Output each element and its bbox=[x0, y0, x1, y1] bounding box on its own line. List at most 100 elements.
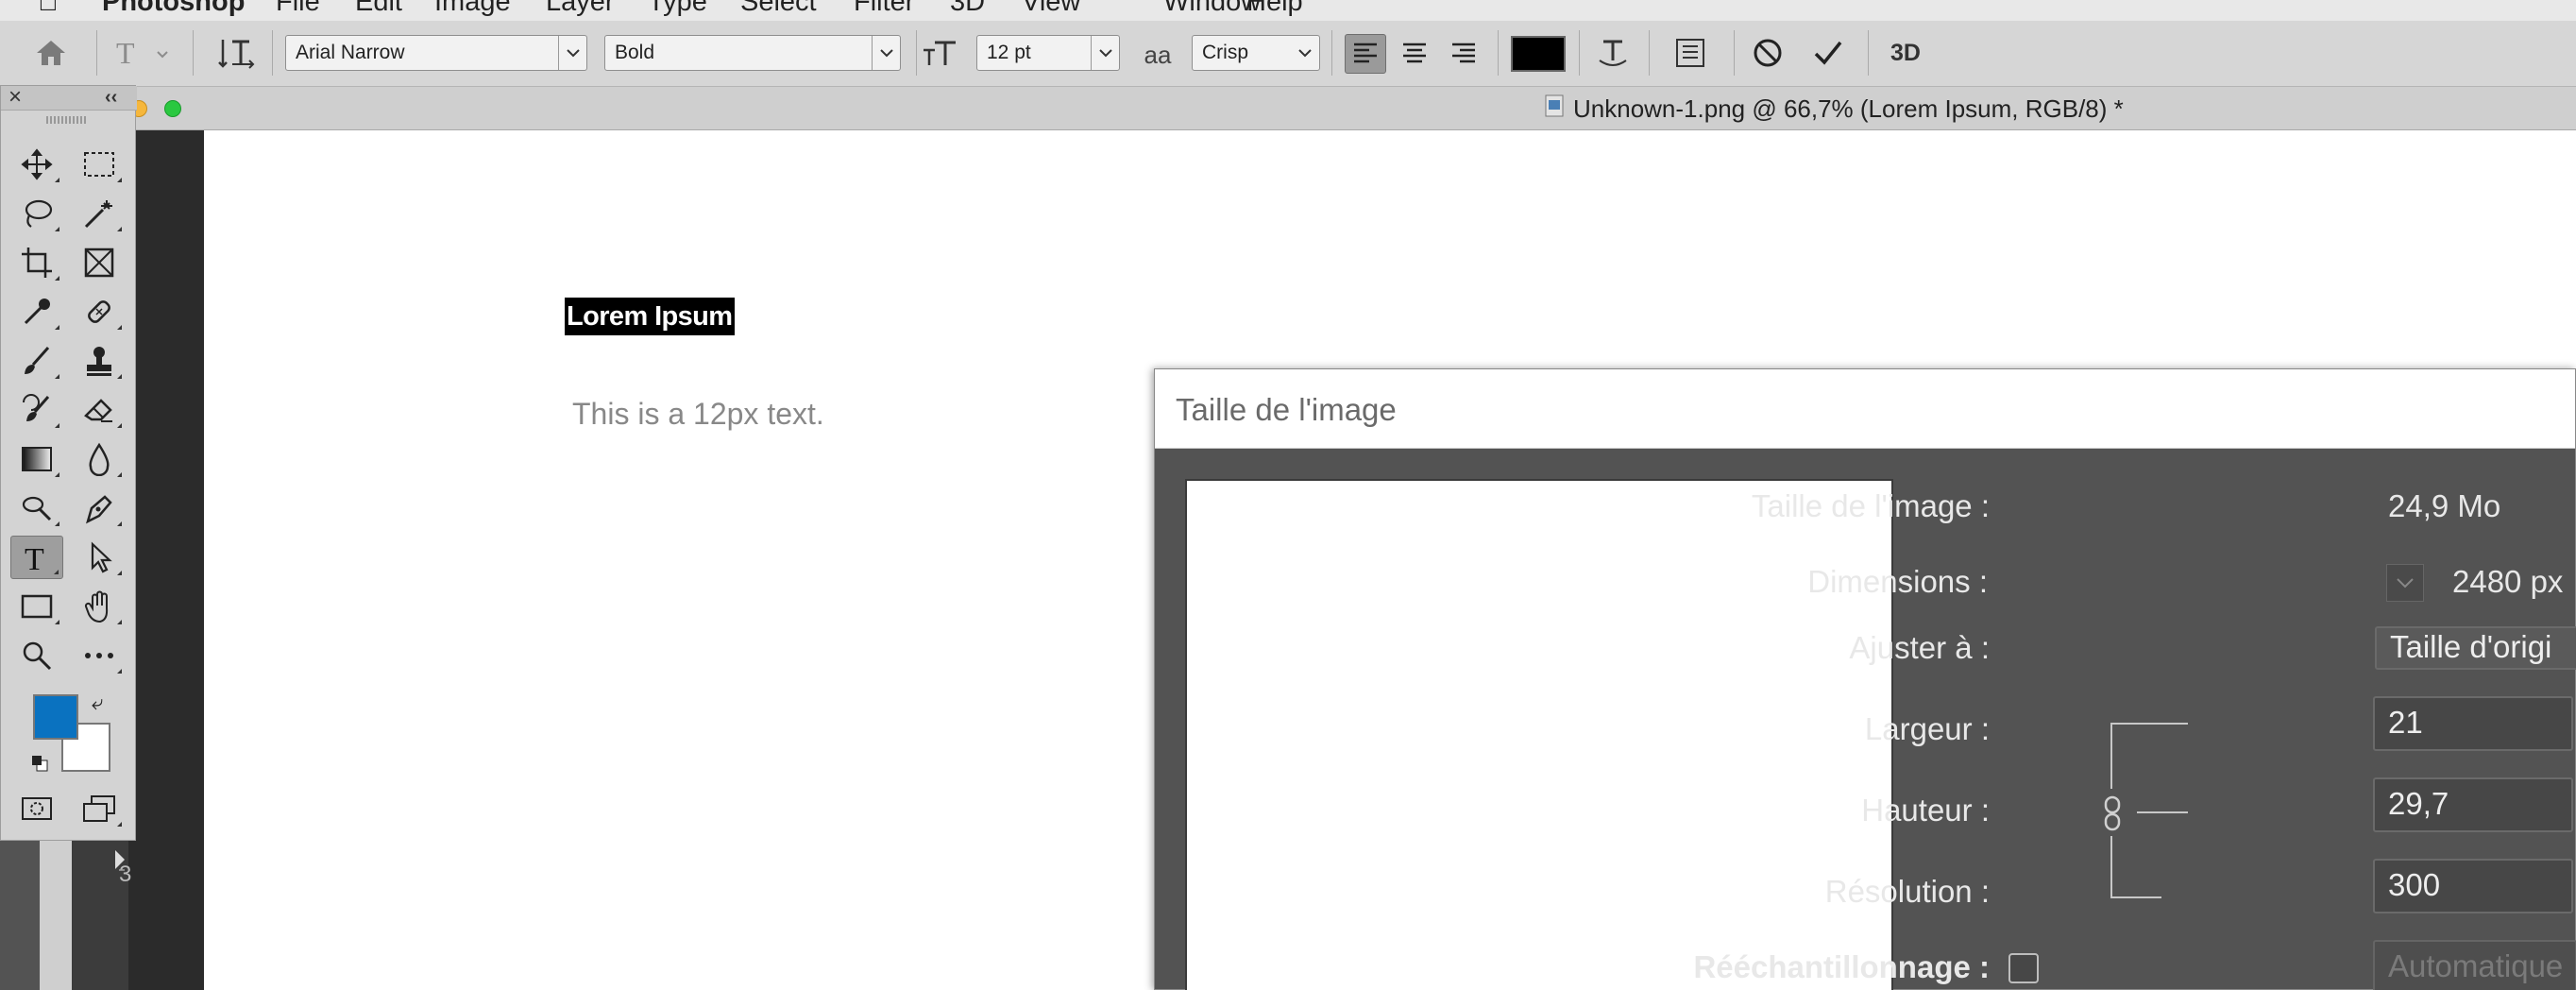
font-style-select[interactable]: Bold bbox=[604, 35, 901, 71]
menu-help[interactable]: Help bbox=[1246, 0, 1303, 16]
align-right-button[interactable] bbox=[1443, 34, 1484, 74]
font-family-select[interactable]: Arial Narrow bbox=[285, 35, 587, 71]
pen-tool[interactable] bbox=[73, 486, 126, 530]
menu-photoshop[interactable]: Photoshop bbox=[102, 0, 245, 16]
text-orientation-icon[interactable] bbox=[215, 32, 257, 74]
height-input[interactable]: 29,7 bbox=[2373, 777, 2573, 832]
height-label: Hauteur : bbox=[1861, 793, 1990, 828]
history-brush-tool[interactable] bbox=[10, 388, 63, 432]
link-bracket bbox=[2137, 811, 2188, 813]
chevron-down-icon bbox=[1091, 36, 1119, 70]
drag-handle[interactable] bbox=[46, 116, 88, 124]
separator bbox=[272, 30, 273, 76]
path-selection-tool[interactable] bbox=[73, 536, 126, 579]
commit-check-icon[interactable] bbox=[1807, 32, 1849, 74]
character-panel-icon[interactable] bbox=[1669, 32, 1711, 74]
crop-tool[interactable] bbox=[10, 241, 63, 284]
menu-view[interactable]: View bbox=[1022, 0, 1080, 16]
resolution-input[interactable]: 300 bbox=[2373, 859, 2573, 913]
document-tab[interactable]: Unknown-1.png @ 66,7% (Lorem Ipsum, RGB/… bbox=[128, 87, 2576, 130]
antialias-select[interactable]: Crisp bbox=[1192, 35, 1320, 71]
magic-wand-tool[interactable] bbox=[73, 192, 126, 235]
separator bbox=[1734, 30, 1735, 76]
align-center-button[interactable] bbox=[1394, 34, 1435, 74]
move-tool[interactable] bbox=[10, 143, 63, 186]
dimensions-unit-dropdown[interactable] bbox=[2386, 564, 2424, 602]
antialias-icon: aa bbox=[1144, 40, 1172, 69]
menu-filter[interactable]: Filter bbox=[854, 0, 914, 16]
more-tools-icon[interactable] bbox=[73, 634, 126, 677]
healing-brush-tool[interactable] bbox=[73, 290, 126, 333]
screen-mode-icon[interactable] bbox=[73, 787, 126, 830]
resample-checkbox[interactable] bbox=[2008, 953, 2039, 983]
chevron-down-icon bbox=[872, 36, 900, 70]
menu-file[interactable]: File bbox=[276, 0, 320, 16]
selected-text-layer[interactable]: Lorem Ipsum bbox=[565, 298, 735, 335]
menu-select[interactable]: Select bbox=[740, 0, 817, 16]
foreground-color-swatch[interactable] bbox=[33, 694, 78, 740]
font-size-value: 12 pt bbox=[987, 42, 1031, 63]
font-style-value: Bold bbox=[615, 42, 655, 63]
menu-image[interactable]: Image bbox=[434, 0, 511, 16]
text-color-swatch[interactable] bbox=[1511, 36, 1566, 72]
blur-tool[interactable] bbox=[73, 437, 126, 481]
dodge-tool[interactable] bbox=[10, 486, 63, 530]
dialog-titlebar[interactable]: Taille de l'image bbox=[1155, 369, 2575, 449]
rectangular-marquee-tool[interactable] bbox=[73, 143, 126, 186]
font-size-icon bbox=[920, 32, 961, 74]
gradient-tool[interactable] bbox=[10, 437, 63, 481]
zoom-window-button[interactable] bbox=[164, 100, 181, 117]
type-tool[interactable]: T bbox=[10, 536, 63, 579]
menu-bar:  Photoshop File Edit Image Layer Type S… bbox=[0, 0, 2576, 21]
font-size-select[interactable]: 12 pt bbox=[976, 35, 1120, 71]
rectangle-tool[interactable] bbox=[10, 585, 63, 628]
image-size-value: 24,9 Mo bbox=[2388, 488, 2501, 523]
dialog-title: Taille de l'image bbox=[1176, 392, 1397, 427]
menu-3d[interactable]: 3D bbox=[950, 0, 985, 16]
ruler-label: 3 bbox=[119, 862, 132, 887]
menu-layer[interactable]: Layer bbox=[546, 0, 615, 16]
svg-text:T: T bbox=[25, 542, 44, 573]
options-bar: T Arial Narrow Bold 12 pt aa Crisp 3D bbox=[0, 21, 2576, 87]
collapse-icon[interactable]: ‹‹ bbox=[105, 87, 117, 109]
lasso-tool[interactable] bbox=[10, 192, 63, 235]
image-preview[interactable] bbox=[1185, 479, 1893, 990]
warp-text-icon[interactable] bbox=[1592, 32, 1634, 74]
left-edge-strip bbox=[40, 839, 72, 990]
document-title-text: Unknown-1.png @ 66,7% (Lorem Ipsum, RGB/… bbox=[1573, 94, 2124, 123]
eyedropper-tool[interactable] bbox=[10, 290, 63, 333]
zoom-tool[interactable] bbox=[10, 634, 63, 677]
width-input[interactable]: 21 bbox=[2373, 696, 2573, 751]
font-family-value: Arial Narrow bbox=[296, 42, 405, 63]
tools-panel-header[interactable]: × ‹‹ bbox=[1, 84, 137, 111]
png-file-icon bbox=[1545, 94, 1564, 124]
menu-edit[interactable]: Edit bbox=[355, 0, 402, 16]
cancel-icon[interactable] bbox=[1747, 32, 1788, 74]
width-label: Largeur : bbox=[1864, 711, 1990, 746]
image-size-label: Taille de l'image : bbox=[1751, 488, 1990, 523]
3d-button[interactable]: 3D bbox=[1885, 32, 1926, 74]
home-icon[interactable] bbox=[30, 32, 72, 74]
align-left-button[interactable] bbox=[1345, 34, 1386, 74]
frame-tool[interactable] bbox=[73, 241, 126, 284]
fit-to-select[interactable]: Taille d'origi bbox=[2375, 626, 2576, 670]
close-icon[interactable]: × bbox=[8, 84, 22, 111]
link-bracket bbox=[2110, 723, 2188, 725]
fit-to-label: Ajuster à : bbox=[1849, 630, 1990, 665]
eraser-tool[interactable] bbox=[73, 388, 126, 432]
resample-select[interactable]: Automatique bbox=[2373, 940, 2576, 990]
swap-colors-icon[interactable]: ⤶ bbox=[92, 691, 103, 715]
tool-preset-picker[interactable]: T bbox=[110, 32, 176, 74]
hand-tool[interactable] bbox=[73, 585, 126, 628]
separator bbox=[1579, 30, 1580, 76]
default-colors-icon[interactable] bbox=[31, 755, 48, 772]
constrain-proportions-link-icon[interactable] bbox=[2101, 794, 2124, 832]
quick-mask-icon[interactable] bbox=[10, 787, 63, 830]
menu-type[interactable]: Type bbox=[648, 0, 707, 16]
separator bbox=[193, 30, 194, 76]
brush-tool[interactable] bbox=[10, 339, 63, 383]
svg-text:T: T bbox=[116, 37, 135, 69]
separator bbox=[916, 30, 917, 76]
clone-stamp-tool[interactable] bbox=[73, 339, 126, 383]
apple-menu[interactable]:  bbox=[38, 0, 59, 16]
